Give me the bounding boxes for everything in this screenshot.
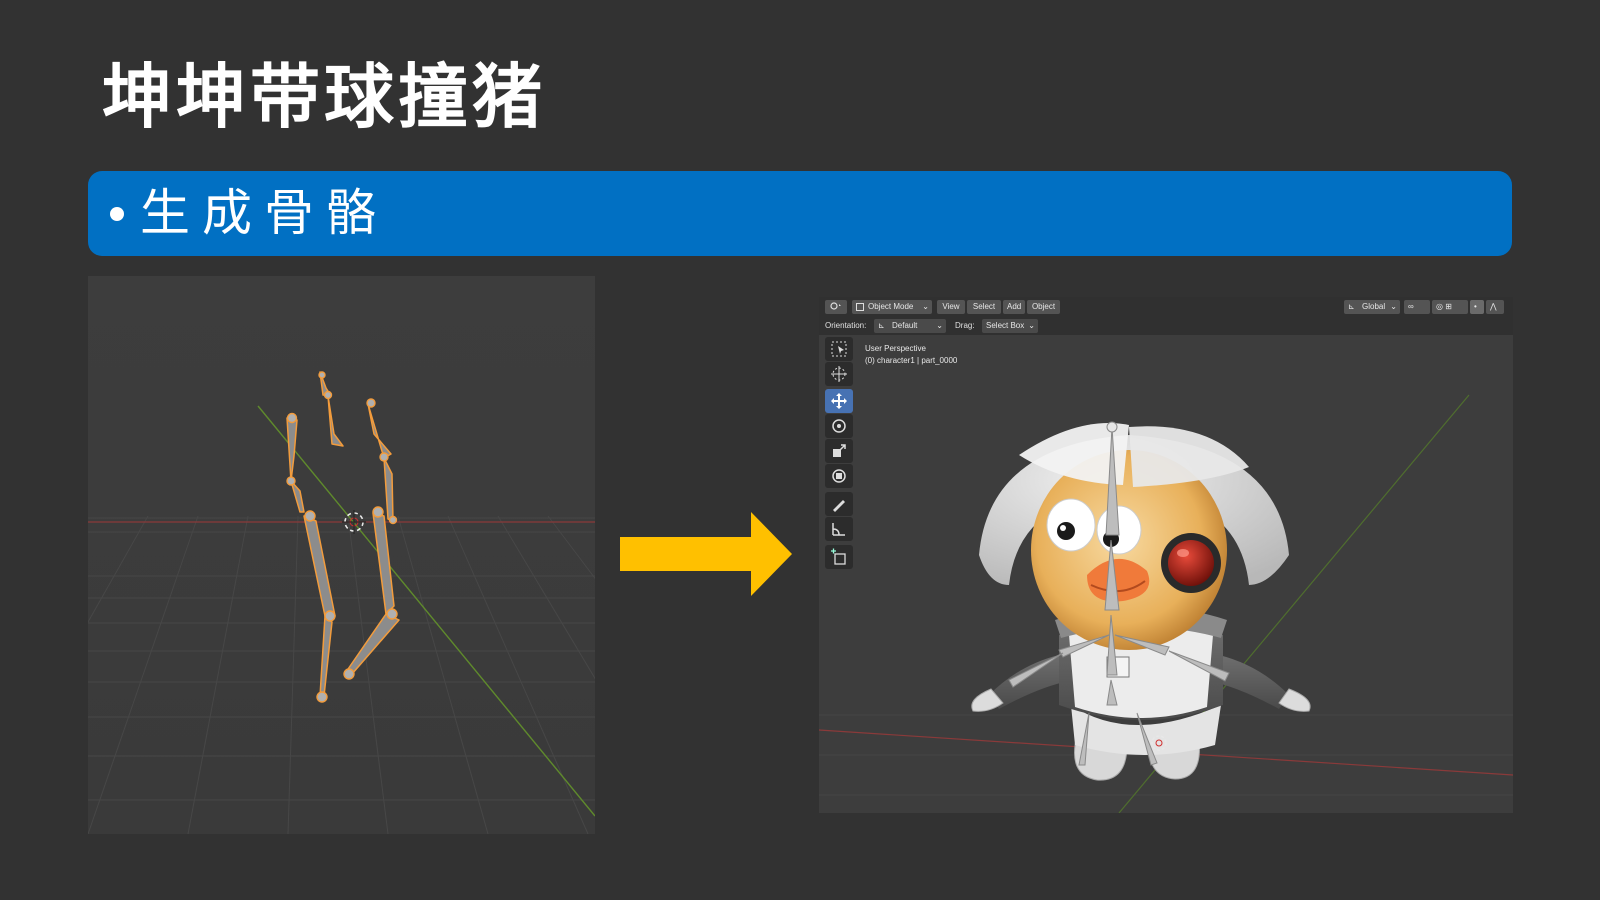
rotate-icon <box>832 419 846 433</box>
mode-dropdown[interactable]: Object Mode ⌄ <box>852 300 932 314</box>
tool-move[interactable] <box>825 389 853 413</box>
menu-select[interactable]: Select <box>967 300 1001 314</box>
armature-viewport-image <box>0 276 789 835</box>
transform-icon <box>832 469 846 483</box>
blender-window: Object Mode ⌄ View Select Add Object ⊾ G… <box>819 297 1513 813</box>
transform-orientation-label: Global <box>1362 302 1386 311</box>
orientation-dropdown[interactable]: ⊾ Default ⌄ <box>874 319 946 333</box>
tool-cursor[interactable] <box>825 362 853 386</box>
bullet-dot <box>110 207 124 221</box>
magnet-icon: ◎ ⊞ <box>1436 302 1452 311</box>
snapping-button[interactable]: ◎ ⊞ <box>1432 300 1468 314</box>
menu-object[interactable]: Object <box>1027 300 1060 314</box>
link-icon: ∞ <box>1408 302 1414 311</box>
object-mode-icon <box>856 303 864 311</box>
orientation-value: Default <box>892 321 918 330</box>
tool-rotate[interactable] <box>825 414 853 438</box>
tool-scale[interactable] <box>825 439 853 463</box>
orientation-label: Orientation: <box>825 321 867 330</box>
editor-type-button[interactable] <box>825 300 847 314</box>
add-cube-icon <box>831 548 846 565</box>
bullet-text: 生成骨骼 <box>140 184 388 242</box>
move-icon <box>831 393 847 409</box>
object-info-label: (0) character1 | part_0000 <box>865 356 958 365</box>
mode-label: Object Mode <box>868 302 914 311</box>
right-arrow-icon <box>620 512 792 606</box>
3d-viewport[interactable]: User Perspective (0) character1 | part_0… <box>819 335 1513 813</box>
proportional-edit-button[interactable]: • <box>1470 300 1484 314</box>
tool-annotate[interactable] <box>825 492 853 516</box>
scale-icon <box>833 444 846 457</box>
tool-settings-bar: Orientation: ⊾ Default ⌄ Drag: Select Bo… <box>819 317 1513 335</box>
drag-value: Select Box <box>986 321 1025 330</box>
annotate-icon <box>833 500 845 512</box>
chevron-down-icon: ⌄ <box>1028 321 1035 330</box>
falloff-button[interactable]: ⋀ <box>1486 300 1504 314</box>
chevron-down-icon: ⌄ <box>922 302 929 311</box>
falloff-curve-icon: ⋀ <box>1490 302 1497 311</box>
orientation-axes-icon: ⊾ <box>878 321 885 330</box>
tool-add-cube[interactable] <box>825 545 853 569</box>
drag-dropdown[interactable]: Select Box ⌄ <box>982 319 1038 333</box>
select-box-icon <box>831 341 847 357</box>
cursor-icon <box>831 366 847 382</box>
menu-add[interactable]: Add <box>1003 300 1025 314</box>
transform-orientation-dropdown[interactable]: ⊾ Global ⌄ <box>1344 300 1400 314</box>
dot-icon: • <box>1474 302 1477 311</box>
slide-title: 坤坤带球撞猪 <box>102 56 546 138</box>
perspective-label: User Perspective <box>865 344 926 353</box>
pivot-point-button[interactable]: ∞ <box>1404 300 1430 314</box>
chevron-down-icon: ⌄ <box>936 321 943 330</box>
viewport-header: Object Mode ⌄ View Select Add Object ⊾ G… <box>819 297 1513 317</box>
menu-view[interactable]: View <box>937 300 965 314</box>
section-banner: 生成骨骼 <box>88 171 1512 256</box>
viewport-editor-icon <box>830 302 841 310</box>
orientation-axes-icon: ⊾ <box>1348 302 1355 311</box>
drag-label: Drag: <box>955 321 975 330</box>
tool-select-box[interactable] <box>825 337 853 361</box>
measure-icon <box>832 523 845 536</box>
chevron-down-icon: ⌄ <box>1390 302 1397 311</box>
tool-measure[interactable] <box>825 517 853 541</box>
tool-transform[interactable] <box>825 464 853 488</box>
